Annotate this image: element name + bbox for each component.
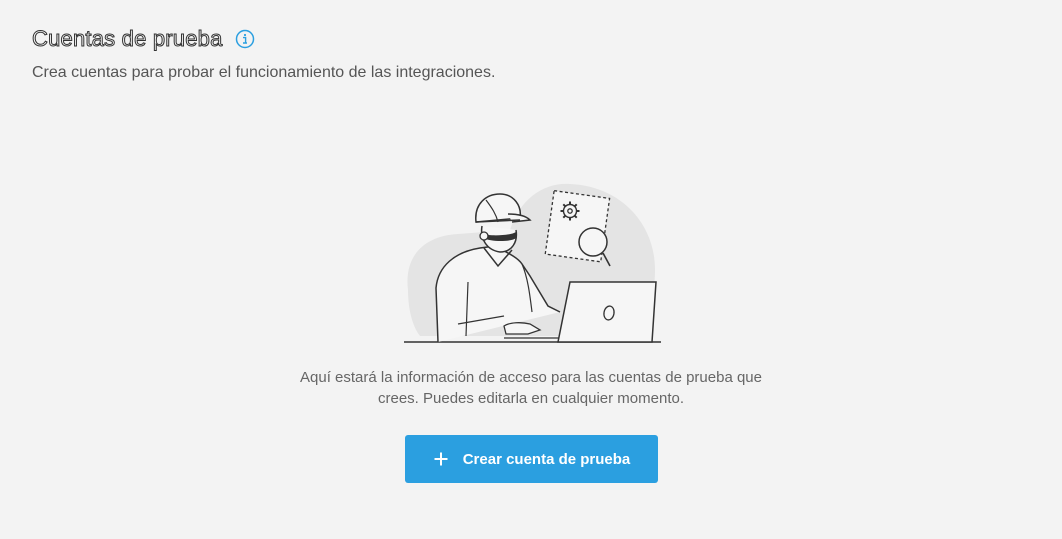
empty-state-line-2: crees. Puedes editarla en cualquier mome… xyxy=(377,390,684,407)
page-subtitle: Crea cuentas para probar el funcionamien… xyxy=(32,64,496,81)
info-icon[interactable] xyxy=(235,29,255,49)
header: Cuentas de prueba xyxy=(32,26,255,52)
test-accounts-page: Cuentas de prueba Crea cuentas para prob… xyxy=(0,0,1062,539)
plus-icon xyxy=(433,451,449,467)
create-test-account-button[interactable]: Crear cuenta de prueba xyxy=(405,435,658,483)
page-title: Cuentas de prueba xyxy=(32,26,223,52)
person-laptop-illustration xyxy=(400,178,665,348)
empty-state-line-1: Aquí estará la información de acceso par… xyxy=(300,369,762,386)
create-test-account-label: Crear cuenta de prueba xyxy=(462,450,631,468)
empty-state-message: Aquí estará la información de acceso par… xyxy=(0,367,1062,409)
